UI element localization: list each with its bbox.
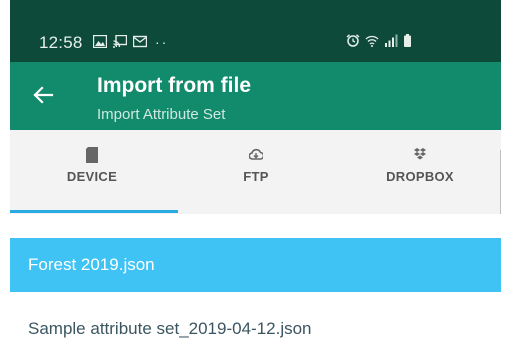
file-item[interactable]: Sample attribute set_2019-04-12.json (10, 302, 501, 347)
cast-icon (113, 35, 127, 48)
tab-dropbox-label: DROPBOX (386, 169, 454, 184)
sd-card-icon (85, 147, 99, 163)
page-title: Import from file (97, 74, 252, 97)
status-notification-icons: ·· (93, 33, 169, 50)
status-time: 12:58 (39, 33, 83, 52)
tab-device-label: DEVICE (66, 169, 118, 184)
battery-icon (403, 34, 412, 47)
dropbox-icon (413, 147, 427, 163)
source-tabs: DEVICE FTP DROPBOX (10, 130, 501, 214)
file-item[interactable]: Forest 2019.json (10, 238, 501, 292)
file-list: Forest 2019.json Sample attribute set_20… (10, 214, 501, 347)
page-subtitle: Import Attribute Set (97, 106, 226, 123)
wifi-icon (365, 34, 379, 47)
tab-ftp-label: FTP (243, 169, 269, 184)
back-button[interactable] (32, 84, 54, 106)
tab-device[interactable]: DEVICE (10, 130, 174, 214)
app-bar: Import from file Import Attribute Set (10, 62, 501, 130)
alarm-icon (346, 34, 360, 47)
arrow-left-icon (33, 86, 54, 104)
tab-ftp[interactable]: FTP (174, 130, 338, 214)
tab-dropbox[interactable]: DROPBOX (338, 130, 502, 214)
signal-icon (384, 34, 398, 47)
selected-tab-indicator (10, 210, 178, 213)
more-notifications-dots: ·· (155, 33, 169, 50)
status-system-icons (346, 34, 412, 47)
file-name: Forest 2019.json (28, 255, 155, 274)
cloud-download-icon (249, 147, 263, 163)
status-bar: 12:58 ·· (10, 0, 501, 62)
file-name: Sample attribute set_2019-04-12.json (28, 319, 312, 338)
mail-icon (133, 35, 147, 48)
tab-scroll-edge (500, 150, 501, 214)
image-icon (93, 35, 107, 48)
